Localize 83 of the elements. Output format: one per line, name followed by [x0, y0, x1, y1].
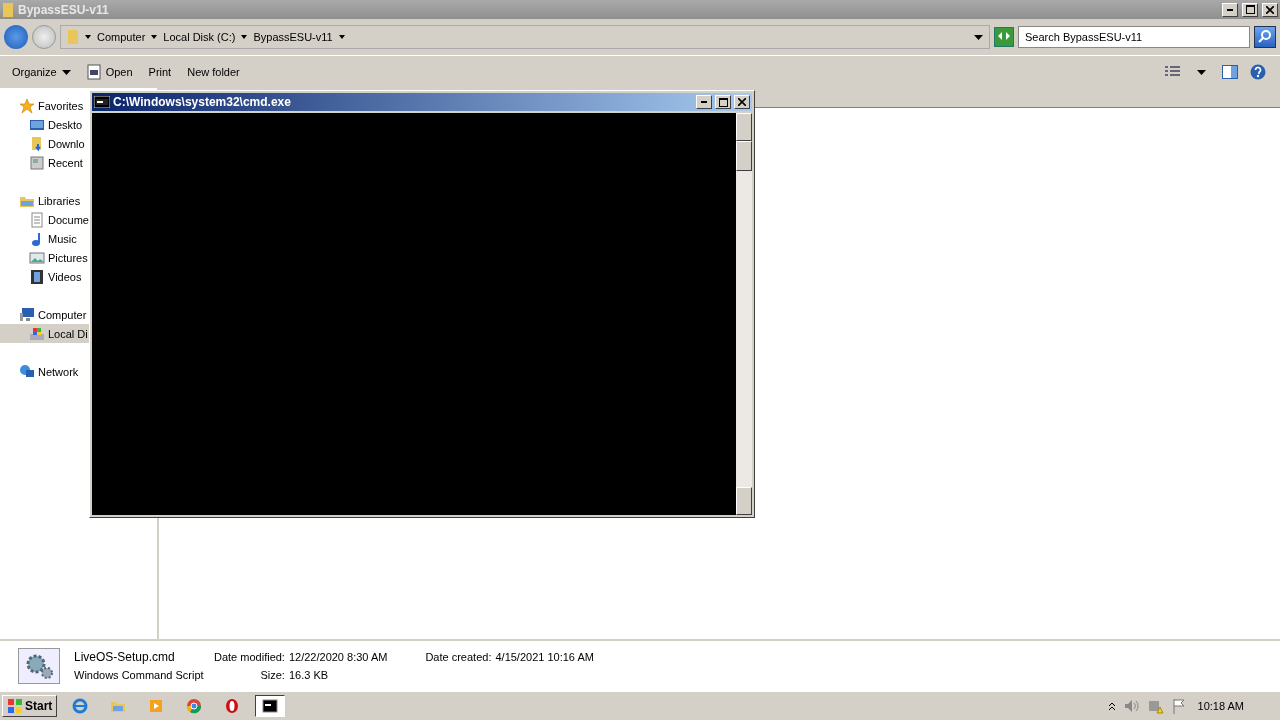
four-squares-icon — [7, 698, 23, 714]
document-icon — [29, 211, 45, 228]
console-icon — [94, 96, 110, 108]
taskbar-button[interactable] — [255, 695, 286, 717]
preview-pane-icon[interactable] — [1222, 65, 1238, 79]
drive-icon — [29, 325, 45, 342]
sidebar-item[interactable]: Music — [0, 229, 89, 248]
back-button[interactable] — [4, 25, 28, 49]
toolbar-button[interactable]: New folder — [181, 63, 246, 81]
sidebar-item[interactable]: Deskto — [0, 115, 89, 134]
star-icon — [19, 97, 35, 114]
dropdown-icon[interactable] — [974, 34, 983, 40]
view-list-icon[interactable] — [1165, 66, 1181, 78]
network-icon — [19, 363, 35, 380]
detail-value: 16.3 KB — [288, 668, 330, 683]
detail-value: 4/15/2021 10:16 AM — [495, 650, 594, 665]
file-name: LiveOS-Setup.cmd — [74, 649, 176, 666]
file-type: Windows Command Script — [74, 668, 205, 683]
console-icon — [262, 698, 279, 714]
console-title: C:\Windows\system32\cmd.exe — [113, 95, 291, 109]
close-icon — [738, 98, 746, 106]
toolbar-button[interactable]: Organize — [6, 63, 77, 81]
maximize-icon — [1245, 5, 1255, 14]
sidebar-item[interactable]: Pictures — [0, 248, 89, 267]
e-logo-icon — [72, 698, 89, 714]
folder-icon — [67, 29, 79, 45]
close-icon — [1266, 5, 1274, 14]
detail-label: Size: — [259, 668, 285, 683]
minimize-button[interactable] — [1222, 2, 1238, 17]
round-logo-icon — [186, 698, 203, 714]
detail-value: 12/22/2020 8:30 AM — [288, 650, 388, 665]
help-icon[interactable] — [1250, 64, 1266, 80]
maximize-button[interactable] — [715, 95, 731, 109]
minimize-icon — [701, 101, 707, 103]
caret-icon — [338, 35, 345, 39]
search-button[interactable] — [1254, 26, 1276, 48]
sidebar-item[interactable]: Libraries — [0, 191, 89, 210]
breadcrumb[interactable]: Computer — [97, 31, 146, 43]
maximize-icon — [718, 97, 728, 107]
folder-icon — [2, 1, 14, 18]
chevron-up-icon[interactable] — [1107, 701, 1116, 711]
sidebar-item[interactable]: Docume — [0, 210, 89, 229]
refresh-icon — [996, 29, 1012, 42]
window-title: BypassESU-v11 — [18, 2, 109, 17]
minimize-icon — [1227, 8, 1233, 11]
computer-icon — [19, 306, 35, 323]
flag-icon[interactable] — [1171, 698, 1186, 714]
address-bar[interactable]: Computer Local Disk (C:) BypassESU-v11 — [60, 25, 990, 49]
sidebar-item[interactable]: Local Di — [0, 324, 89, 343]
video-icon — [29, 268, 45, 285]
detail-label: Date modified: — [214, 650, 285, 665]
picture-icon — [29, 249, 45, 266]
play-icon — [148, 698, 165, 714]
scrollbar[interactable] — [736, 113, 752, 515]
minimize-button[interactable] — [696, 95, 712, 109]
gears-icon — [18, 648, 60, 684]
refresh-button[interactable] — [994, 27, 1014, 47]
recent-icon — [29, 154, 45, 171]
breadcrumb[interactable]: Local Disk (C:) — [163, 31, 236, 43]
search-icon — [1258, 28, 1272, 43]
sidebar-item[interactable]: Downlo — [0, 134, 89, 153]
toolbar-button[interactable]: Open — [80, 61, 139, 83]
maximize-button[interactable] — [1242, 2, 1258, 17]
close-button[interactable] — [734, 95, 750, 109]
breadcrumb[interactable]: BypassESU-v11 — [253, 31, 333, 43]
sidebar-item[interactable]: Favorites — [0, 96, 89, 115]
search-field[interactable]: Search BypassESU-v11 — [1018, 26, 1250, 48]
caret-icon — [241, 35, 248, 39]
caret-icon — [85, 35, 91, 39]
toolbar-button[interactable]: Print — [142, 63, 178, 81]
clock: 10:18 AM — [1196, 700, 1245, 712]
caret-icon — [151, 35, 158, 39]
file-icon — [86, 64, 101, 80]
sidebar-item[interactable]: Videos — [0, 267, 89, 286]
sidebar-item[interactable]: Computer — [0, 305, 89, 324]
close-button[interactable] — [1262, 2, 1278, 17]
start-button[interactable]: Start — [2, 695, 58, 717]
sidebar-item[interactable]: Recent — [0, 153, 89, 172]
o-logo-icon — [224, 698, 241, 714]
caret-icon — [61, 69, 71, 75]
sidebar-item[interactable]: Network — [0, 362, 89, 381]
dropdown-icon[interactable] — [1197, 69, 1206, 75]
detail-label: Date created: — [425, 650, 492, 665]
